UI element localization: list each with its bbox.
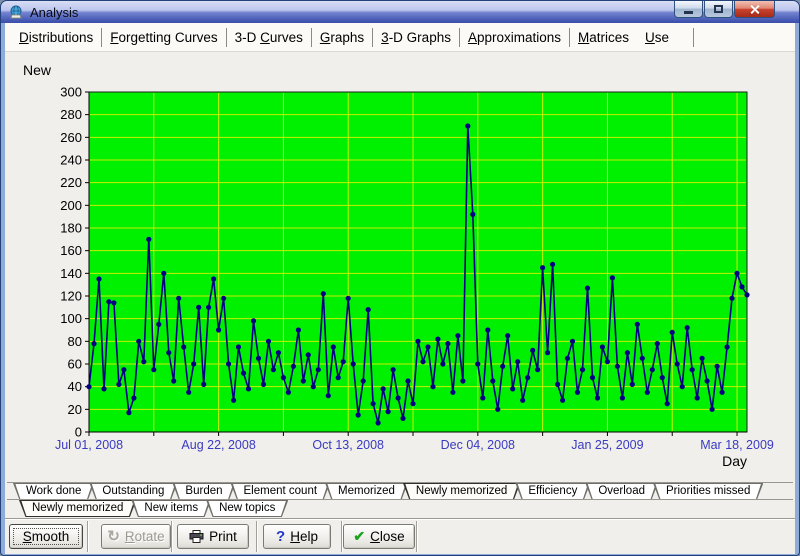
svg-text:20: 20 [68,402,82,417]
tab-approximations[interactable]: Approximations [460,30,569,45]
maximize-icon [714,5,723,13]
bottom-tab-priorities-missed[interactable]: Priorities missed [653,483,763,500]
bottom-tab-outstanding[interactable]: Outstanding [89,483,177,500]
tab-use[interactable]: Use [637,30,677,45]
tab-graphs[interactable]: Graphs [312,30,372,45]
bottom-tab-label: Efficiency [515,483,590,499]
svg-text:260: 260 [60,130,82,145]
print-button[interactable]: Print [177,524,249,549]
bottom-tab-label: Element count [231,483,331,499]
printer-icon [189,530,204,543]
analysis-window: Analysis DistributionsForgetting Curves3… [0,0,800,556]
tab-distributions[interactable]: Distributions [11,30,101,45]
bottom-tab-label: New items [131,500,211,516]
button-bar-separator [256,521,258,552]
check-icon: ✔ [353,528,365,545]
bottom-tab-row-2: Newly memorizedNew itemsNew topics [7,499,793,517]
rotate-icon: ↻ [107,530,120,543]
x-axis-labels: Jul 01, 2008 Aug 22, 2008 Oct 13, 2008 Dec … [55,438,774,452]
maximize-button[interactable] [704,1,733,18]
svg-text:280: 280 [60,107,82,122]
close-window-button[interactable] [734,1,775,18]
button-label: Rotate [125,529,165,544]
bottom-tab-label: Overload [585,483,658,499]
globe-hand-icon [8,5,24,20]
top-tab-bar: DistributionsForgetting Curves3-D Curves… [5,23,795,52]
svg-text:Aug 22, 2008: Aug 22, 2008 [181,438,255,452]
bottom-tab-label: Newly memorized [403,483,520,499]
button-bar-separator [171,521,173,552]
bottom-tab-label: Newly memorized [19,500,136,516]
svg-text:80: 80 [68,334,82,349]
close-button[interactable]: ✔ Close [343,524,415,549]
window-title: Analysis [30,5,78,20]
tab-separator [693,28,694,47]
help-button[interactable]: ? Help [263,524,331,549]
svg-text:Jul 01, 2008: Jul 01, 2008 [55,438,123,452]
y-axis-labels: 0204060801001201401601802002202402602803… [60,85,82,440]
use-chart: 0204060801001201401601802002202402602803… [5,51,797,471]
bottom-tab-new-items[interactable]: New items [131,500,211,517]
bottom-tab-new-topics[interactable]: New topics [206,500,288,517]
button-label: Smooth [23,529,70,544]
bottom-tab-newly-memorized[interactable]: Newly memorized [403,483,520,500]
minimize-button[interactable] [674,1,703,18]
button-label: Print [209,529,237,544]
svg-text:40: 40 [68,379,82,394]
tab-3-d-graphs[interactable]: 3-D Graphs [373,30,459,45]
smooth-button[interactable]: Smooth [9,524,83,549]
bottom-tab-burden[interactable]: Burden [172,483,235,500]
tab-3-d-curves[interactable]: 3-D Curves [227,30,311,45]
bottom-tab-newly-memorized[interactable]: Newly memorized [19,500,136,517]
bottom-tab-label: Priorities missed [653,483,763,499]
bottom-tab-row-1: Work doneOutstandingBurdenElement countM… [7,482,793,500]
button-bar: Smooth ↻ Rotate Print? Help ✔ Close [5,518,795,554]
button-label: Close [370,529,405,544]
tab-matrices[interactable]: Matrices [570,30,637,45]
svg-text:120: 120 [60,289,82,304]
x-axis-label: Day [722,453,747,469]
client-area: DistributionsForgetting Curves3-D Curves… [5,23,795,551]
close-icon [749,4,760,15]
bottom-tab-overload[interactable]: Overload [585,483,658,500]
svg-text:100: 100 [60,311,82,326]
svg-text:240: 240 [60,153,82,168]
button-bar-separator [87,521,89,552]
bottom-tab-label: Work done [13,483,94,499]
chart-title: New [23,62,52,78]
svg-text:Oct 13, 2008: Oct 13, 2008 [312,438,384,452]
button-label: Help [290,529,318,544]
bottom-tab-label: Memorized [325,483,408,499]
tab-forgetting-curves[interactable]: Forgetting Curves [102,30,225,45]
bottom-tab-element-count[interactable]: Element count [231,483,331,500]
button-bar-separator [416,521,418,552]
rotate-button[interactable]: ↻ Rotate [101,524,171,549]
svg-text:300: 300 [60,85,82,100]
bottom-tab-label: Outstanding [89,483,177,499]
svg-text:60: 60 [68,357,82,372]
bottom-tab-label: Burden [172,483,235,499]
svg-text:180: 180 [60,221,82,236]
bottom-tab-label: New topics [206,500,288,516]
svg-text:200: 200 [60,198,82,213]
svg-text:Dec 04, 2008: Dec 04, 2008 [441,438,515,452]
svg-text:Mar 18, 2009: Mar 18, 2009 [700,438,774,452]
svg-text:220: 220 [60,175,82,190]
use-graph-svg: 0204060801001201401601802002202402602803… [5,51,797,471]
svg-text:140: 140 [60,266,82,281]
bottom-tab-memorized[interactable]: Memorized [325,483,408,500]
bottom-tab-work-done[interactable]: Work done [13,483,94,500]
bottom-tab-efficiency[interactable]: Efficiency [515,483,590,500]
minimize-icon [684,11,693,14]
title-bar[interactable]: Analysis [1,1,799,23]
svg-text:Jan 25, 2009: Jan 25, 2009 [571,438,643,452]
svg-text:160: 160 [60,243,82,258]
help-icon: ? [276,528,285,545]
